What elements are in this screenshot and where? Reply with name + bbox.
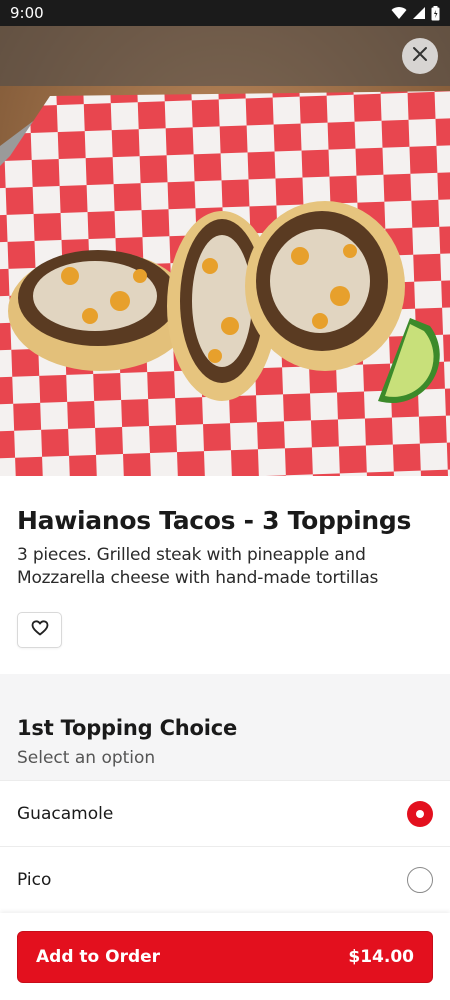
status-bar: 9:00: [0, 0, 450, 26]
close-icon: [412, 46, 428, 67]
option-group-title: 1st Topping Choice: [17, 716, 238, 740]
hero-image: [0, 26, 450, 476]
item-description: 3 pieces. Grilled steak with pineapple a…: [17, 544, 432, 590]
add-to-order-label: Add to Order: [36, 947, 161, 967]
add-to-order-button[interactable]: Add to Order $14.00: [17, 931, 433, 983]
option-label: Pico: [17, 869, 52, 890]
option-label: Guacamole: [17, 803, 114, 824]
option-group-subtitle: Select an option: [17, 748, 156, 768]
bottom-bar: Add to Order $14.00: [0, 913, 450, 1000]
item-description-line-1: 3 pieces. Grilled steak with pineapple a…: [17, 545, 366, 565]
status-time: 9:00: [10, 4, 44, 22]
tacos-photo: [0, 26, 450, 476]
option-row-guacamole[interactable]: Guacamole: [0, 780, 450, 846]
radio-selected[interactable]: [407, 800, 433, 827]
option-group-header: 1st Topping Choice Select an option: [0, 674, 450, 780]
close-button[interactable]: [402, 38, 438, 74]
order-price: $14.00: [348, 947, 414, 967]
heart-outline-icon: [31, 619, 49, 641]
item-title: Hawianos Tacos - 3 Toppings: [17, 506, 412, 535]
status-icons: [391, 5, 440, 21]
item-details: Hawianos Tacos - 3 Toppings 3 pieces. Gr…: [0, 476, 450, 674]
signal-icon: [412, 6, 426, 20]
battery-icon: [431, 5, 440, 21]
item-description-line-2: Mozzarella cheese with hand-made tortill…: [17, 568, 379, 588]
wifi-icon: [391, 6, 407, 20]
option-row-pico[interactable]: Pico: [0, 846, 450, 912]
radio-unselected[interactable]: [407, 866, 433, 893]
favorite-button[interactable]: [17, 612, 62, 648]
